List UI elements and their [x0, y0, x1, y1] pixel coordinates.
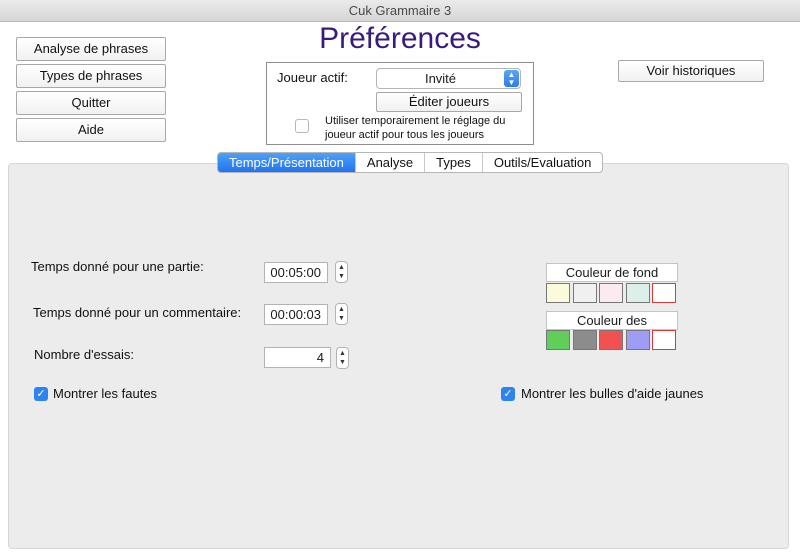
help-button[interactable]: Aide: [16, 118, 166, 142]
types-phrases-button[interactable]: Types de phrases: [16, 64, 166, 88]
tab-types[interactable]: Types: [425, 153, 483, 172]
text-color-swatch[interactable]: [625, 330, 650, 350]
tab-outils-evaluation[interactable]: Outils/Evaluation: [483, 153, 603, 172]
background-color-swatch[interactable]: [652, 283, 676, 303]
comment-time-label: Temps donné pour un commentaire:: [33, 305, 242, 320]
comment-time-stepper[interactable]: ▲ ▼: [335, 303, 348, 325]
tab-bar: Temps/Présentation Analyse Types Outils/…: [217, 152, 604, 173]
show-errors-label: Montrer les fautes: [53, 386, 158, 401]
background-color-swatch[interactable]: [572, 283, 597, 303]
text-color-swatch[interactable]: [599, 330, 623, 350]
window-title-bar: Cuk Grammaire 3: [0, 0, 800, 22]
tries-field[interactable]: 4: [264, 347, 331, 368]
show-tooltips-label: Montrer les bulles d'aide jaunes: [521, 386, 704, 401]
chevron-updown-icon: ▲ ▼: [504, 70, 519, 87]
view-history-button[interactable]: Voir historiques: [618, 60, 764, 82]
text-color-swatch[interactable]: [572, 330, 597, 350]
active-player-value: Invité: [424, 71, 457, 86]
temp-setting-label: Utiliser temporairement le réglage du jo…: [325, 114, 505, 142]
background-color-swatch[interactable]: [599, 283, 623, 303]
edit-players-button[interactable]: Éditer joueurs: [376, 92, 522, 112]
quit-button[interactable]: Quitter: [16, 91, 166, 115]
tries-stepper[interactable]: ▲ ▼: [336, 347, 349, 369]
background-color-swatch[interactable]: [546, 283, 570, 303]
temp-setting-line-1: Utiliser temporairement le réglage du: [325, 115, 506, 127]
background-color-swatch[interactable]: [625, 283, 650, 303]
window-body: Analyse de phrases Types de phrases Quit…: [0, 22, 800, 556]
show-tooltips-checkbox[interactable]: ✓: [501, 387, 515, 401]
game-time-field[interactable]: 00:05:00: [264, 262, 328, 283]
text-color-header: Couleur des: [546, 311, 678, 330]
text-color-swatch[interactable]: [546, 330, 570, 350]
temp-setting-checkbox[interactable]: [295, 119, 309, 133]
tab-temps-presentation[interactable]: Temps/Présentation: [218, 153, 356, 172]
page-title: Préférences: [319, 22, 481, 55]
temp-setting-line-2: joueur actif pour tous les joueurs: [325, 129, 484, 141]
window-title: Cuk Grammaire 3: [348, 3, 452, 18]
tries-label: Nombre d'essais:: [34, 347, 135, 362]
show-errors-checkbox[interactable]: ✓: [34, 387, 48, 401]
background-color-header: Couleur de fond: [546, 263, 678, 282]
active-player-label: Joueur actif:: [277, 70, 348, 85]
comment-time-field[interactable]: 00:00:03: [264, 304, 328, 325]
tab-analyse[interactable]: Analyse: [356, 153, 426, 172]
game-time-stepper[interactable]: ▲ ▼: [335, 261, 348, 283]
active-player-select[interactable]: Invité ▲ ▼: [376, 68, 521, 89]
text-color-swatch[interactable]: [652, 330, 676, 350]
game-time-label: Temps donné pour une partie:: [31, 259, 204, 274]
